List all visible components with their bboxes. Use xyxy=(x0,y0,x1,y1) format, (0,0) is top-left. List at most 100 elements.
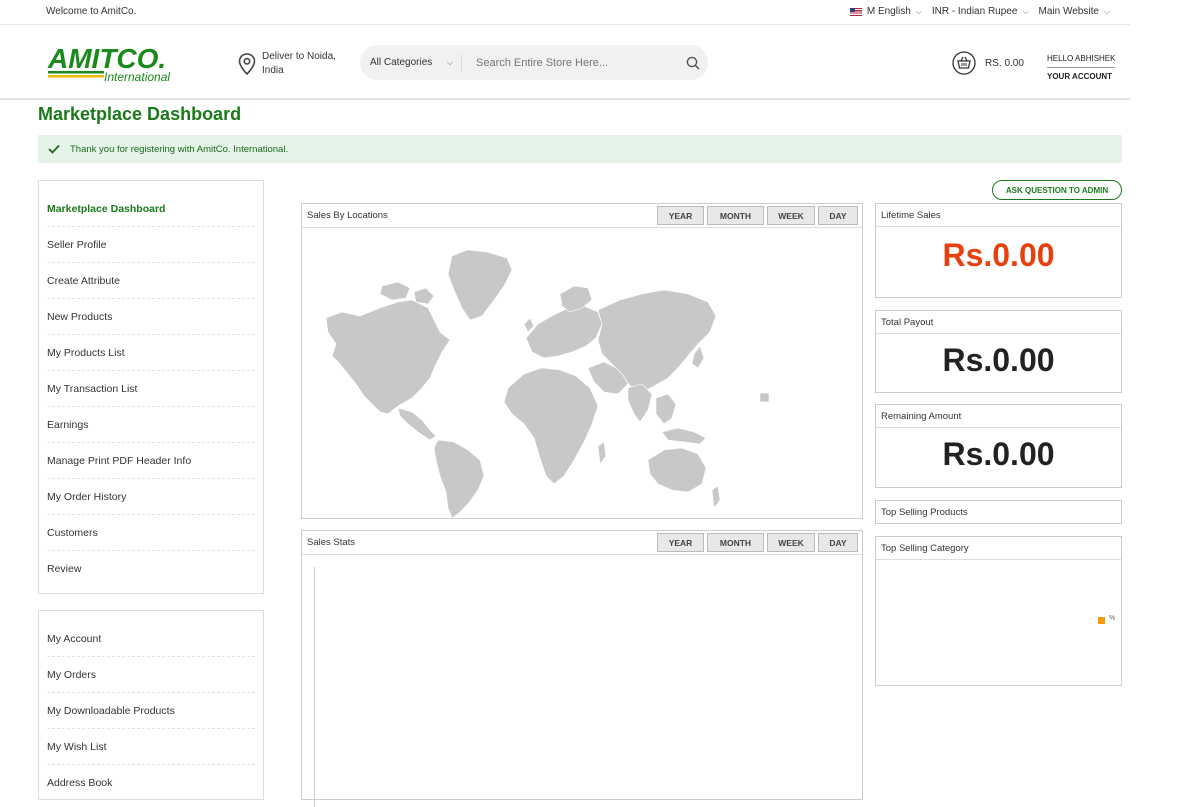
year-button[interactable]: YEAR xyxy=(657,206,704,225)
category-select-label: All Categories xyxy=(370,57,433,68)
map-region-central-america xyxy=(397,407,437,441)
location-pin-icon xyxy=(238,53,256,75)
sidebar-item-my-account[interactable]: My Account xyxy=(47,621,255,657)
sidebar-item-my-products-list[interactable]: My Products List xyxy=(47,335,255,371)
search-input[interactable] xyxy=(462,56,678,69)
amitco-logo[interactable]: AMITCO. International xyxy=(46,42,186,86)
top-selling-products-label: Top Selling Products xyxy=(881,507,968,518)
map-region-india xyxy=(627,383,653,423)
panel-title: Sales By Locations xyxy=(307,210,388,221)
top-bar-options: M English ⌵ INR - Indian Rupee ⌵ Main We… xyxy=(849,6,1110,17)
us-flag-icon xyxy=(849,7,862,16)
lifetime-sales-value: Rs.0.00 xyxy=(942,237,1055,273)
sidebar-item-my-downloadable-products[interactable]: My Downloadable Products xyxy=(47,693,255,729)
search-bar: All Categories ⌵ xyxy=(360,45,708,80)
total-payout-label: Total Payout xyxy=(876,311,1121,334)
logo-sub-text: International xyxy=(104,70,170,84)
map-region-north-america xyxy=(325,299,451,415)
map-region-indonesia xyxy=(661,427,707,445)
currency-label: INR - Indian Rupee xyxy=(931,6,1018,17)
search-icon xyxy=(686,56,700,69)
month-button[interactable]: MONTH xyxy=(707,206,764,225)
period-buttons: YEAR MONTH WEEK DAY xyxy=(657,206,858,225)
week-button[interactable]: WEEK xyxy=(767,533,815,552)
sales-stats-chart-axis xyxy=(314,567,315,807)
map-region-greenland xyxy=(447,249,513,321)
map-region-marker xyxy=(759,392,770,403)
total-payout-card: Total Payout Rs.0.00 xyxy=(875,310,1122,393)
panel-title: Sales Stats xyxy=(307,537,356,548)
deliver-location[interactable]: Deliver to Noida, India xyxy=(238,50,336,78)
site-header: AMITCO. International Deliver to Noida, … xyxy=(0,26,1130,100)
checkmark-icon xyxy=(48,144,60,154)
category-select[interactable]: All Categories ⌵ xyxy=(360,53,462,72)
sidebar-item-earnings[interactable]: Earnings xyxy=(47,407,255,443)
seller-sidebar: Marketplace Dashboard Seller Profile Cre… xyxy=(38,180,264,594)
category-legend-label: % xyxy=(1109,615,1116,622)
sidebar-item-my-transaction-list[interactable]: My Transaction List xyxy=(47,371,255,407)
success-notice: Thank you for registering with AmitCo. I… xyxy=(38,135,1122,163)
month-button[interactable]: MONTH xyxy=(707,533,764,552)
sales-stats-panel: Sales Stats YEAR MONTH WEEK DAY xyxy=(301,530,863,807)
chevron-down-icon: ⌵ xyxy=(1103,6,1110,16)
language-label: M English xyxy=(866,6,911,17)
sidebar-item-my-orders[interactable]: My Orders xyxy=(47,657,255,693)
week-button[interactable]: WEEK xyxy=(767,206,815,225)
chevron-down-icon: ⌵ xyxy=(1022,6,1029,16)
map-region-new-zealand xyxy=(711,485,721,509)
sidebar-item-create-attribute[interactable]: Create Attribute xyxy=(47,263,255,299)
sidebar-item-customers[interactable]: Customers xyxy=(47,515,255,551)
notice-text: Thank you for registering with AmitCo. I… xyxy=(70,143,289,155)
mini-cart[interactable]: RS. 0.00 xyxy=(952,51,1024,75)
sidebar-item-my-wish-list[interactable]: My Wish List xyxy=(47,729,255,765)
language-switcher[interactable]: M English ⌵ xyxy=(849,6,922,17)
map-region-southeast-asia xyxy=(655,393,677,425)
day-button[interactable]: DAY xyxy=(818,206,858,225)
map-region-australia xyxy=(647,447,707,493)
period-buttons: YEAR MONTH WEEK DAY xyxy=(657,533,858,552)
logo-graphic: AMITCO. International xyxy=(47,43,170,84)
sidebar-item-new-products[interactable]: New Products xyxy=(47,299,255,335)
map-region-uk xyxy=(523,317,535,333)
chevron-down-icon: ⌵ xyxy=(446,57,453,67)
welcome-text: Welcome to AmitCo. xyxy=(46,6,137,17)
deliver-line-2: India xyxy=(262,65,284,76)
sales-by-locations-panel: Sales By Locations YEAR MONTH WEEK DAY xyxy=(301,203,863,519)
map-region-africa xyxy=(503,367,599,485)
year-button[interactable]: YEAR xyxy=(657,533,704,552)
map-region-south-america xyxy=(433,439,485,518)
cart-total: RS. 0.00 xyxy=(985,57,1024,69)
your-account-link[interactable]: YOUR ACCOUNT xyxy=(1047,68,1115,85)
lifetime-sales-label: Lifetime Sales xyxy=(876,204,1121,227)
sidebar-item-review[interactable]: Review xyxy=(47,551,255,587)
sidebar-item-seller-profile[interactable]: Seller Profile xyxy=(47,227,255,263)
top-bar: Welcome to AmitCo. M English ⌵ INR - Ind… xyxy=(0,0,1130,25)
account-menu[interactable]: HELLO ABHISHEK YOUR ACCOUNT xyxy=(1047,50,1116,85)
sidebar-item-marketplace-dashboard[interactable]: Marketplace Dashboard xyxy=(47,191,255,227)
world-map[interactable] xyxy=(302,228,862,518)
map-region-madagascar xyxy=(597,441,607,465)
sidebar-item-address-book[interactable]: Address Book xyxy=(47,765,255,801)
map-region-arctic-islands xyxy=(379,281,411,301)
website-switcher[interactable]: Main Website ⌵ xyxy=(1039,6,1110,17)
website-label: Main Website xyxy=(1038,6,1099,17)
category-legend-swatch xyxy=(1098,617,1105,624)
panel-header: Sales Stats YEAR MONTH WEEK DAY xyxy=(302,531,862,555)
deliver-line-1: Deliver to Noida, xyxy=(262,51,336,62)
currency-switcher[interactable]: INR - Indian Rupee ⌵ xyxy=(932,6,1029,17)
shopping-basket-icon xyxy=(952,51,976,75)
top-selling-category-card: Top Selling Category % xyxy=(875,536,1122,686)
top-selling-category-label: Top Selling Category xyxy=(876,537,1121,560)
panel-header: Sales By Locations YEAR MONTH WEEK DAY xyxy=(302,204,862,228)
remaining-amount-card: Remaining Amount Rs.0.00 xyxy=(875,404,1122,488)
ask-question-button[interactable]: ASK QUESTION TO ADMIN xyxy=(992,180,1122,200)
remaining-amount-value: Rs.0.00 xyxy=(942,436,1055,472)
total-payout-value: Rs.0.00 xyxy=(942,342,1055,378)
sidebar-item-my-order-history[interactable]: My Order History xyxy=(47,479,255,515)
hello-user: HELLO ABHISHEK xyxy=(1047,50,1116,68)
search-button[interactable] xyxy=(678,56,708,70)
chevron-down-icon: ⌵ xyxy=(915,6,922,16)
remaining-amount-label: Remaining Amount xyxy=(876,405,1121,428)
day-button[interactable]: DAY xyxy=(818,533,858,552)
sidebar-item-manage-print-pdf[interactable]: Manage Print PDF Header Info xyxy=(47,443,255,479)
